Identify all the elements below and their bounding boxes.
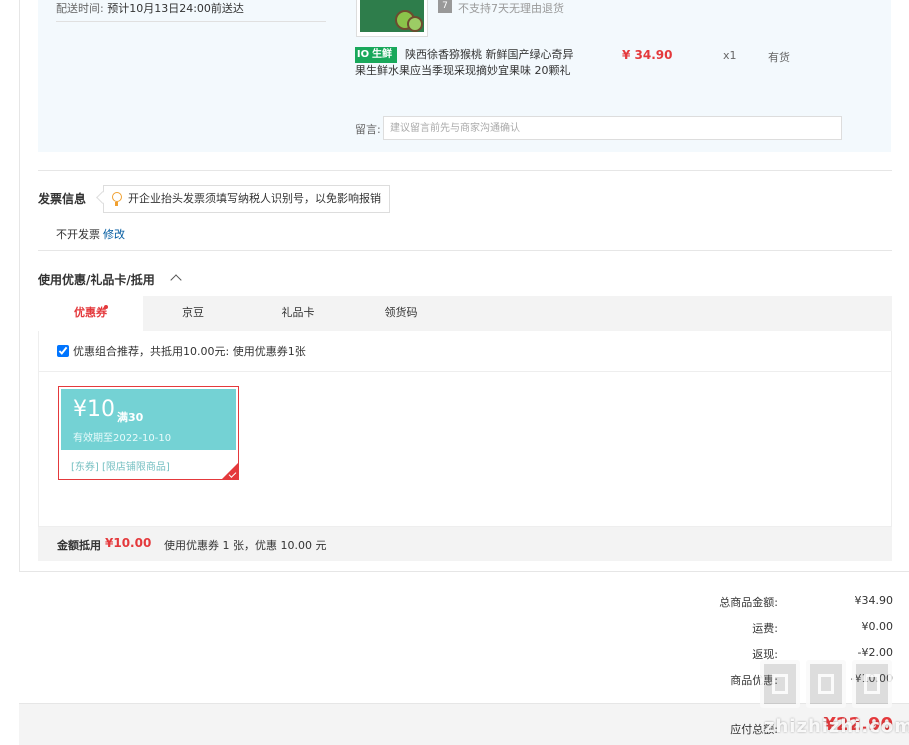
invoice-status: 不开发票	[56, 228, 100, 241]
tab-label: 领货码	[384, 306, 418, 319]
invoice-tip-text: 开企业抬头发票须填写纳税人识别号，以免影响报销	[128, 192, 381, 205]
watermark-glyph	[760, 660, 800, 708]
coupon-threshold: 满30	[117, 411, 144, 424]
watermark-glyph	[852, 660, 892, 708]
chevron-up-icon[interactable]	[170, 274, 182, 286]
message-label: 留言:	[355, 123, 381, 136]
invoice-title: 发票信息	[38, 192, 87, 206]
dispatch-value: 预计10月13日24:00前送达	[107, 2, 244, 15]
tab-label: 优惠券	[74, 306, 107, 319]
deduction-label: 金额抵用	[57, 539, 101, 552]
coupon-tags: [东券] [限店铺限商品]	[71, 462, 170, 473]
total-label: 应付总额:	[730, 723, 778, 736]
kiwi-fruit-image	[407, 16, 423, 32]
product-quantity: x1	[723, 49, 737, 62]
summary-value: ¥34.90	[854, 594, 894, 607]
lightbulb-icon	[112, 192, 122, 206]
coupon-validity: 有效期至2022-10-10	[73, 433, 172, 444]
dispatch-time: 配送时间: 预计10月13日24:00前送达	[56, 0, 244, 16]
summary-value: ¥0.00	[861, 620, 894, 633]
notification-dot	[104, 305, 108, 309]
tab-label: 京豆	[182, 306, 204, 319]
tab-jingdou[interactable]: 京豆	[153, 296, 233, 331]
product-price: ¥ 34.90	[622, 48, 673, 62]
container-border-left	[19, 0, 20, 572]
tab-pickup-code[interactable]: 领货码	[361, 296, 441, 331]
deduction-description: 使用优惠券 1 张，优惠 10.00 元	[164, 539, 327, 552]
product-image[interactable]	[356, 0, 428, 37]
return-policy-icon: 7	[438, 0, 452, 13]
coupon-amount: ¥10	[73, 397, 115, 422]
discount-section-title: 使用优惠/礼品卡/抵用	[38, 273, 155, 287]
tab-label: 礼品卡	[281, 306, 315, 319]
tab-gift-card[interactable]: 礼品卡	[258, 296, 338, 331]
recommend-text: 优惠组合推荐，共抵用10.00元: 使用优惠券1张	[73, 345, 306, 358]
discount-tabs: 优惠券 京豆 礼品卡 领货码	[38, 296, 892, 331]
coupon-card-header: ¥10 满30 有效期至2022-10-10	[61, 389, 236, 450]
modify-invoice-link[interactable]: 修改	[103, 226, 125, 242]
watermark-logo	[760, 660, 900, 712]
deduction-amount: ¥10.00	[105, 536, 152, 550]
stock-status: 有货	[768, 51, 790, 64]
dispatch-label: 配送时间:	[56, 2, 104, 15]
fresh-badge-icon: IO	[356, 48, 370, 62]
divider	[38, 170, 892, 171]
watermark-glyph	[806, 660, 846, 708]
fresh-badge: IO 生鲜	[355, 47, 397, 63]
summary-value: -¥2.00	[857, 646, 893, 659]
divider	[38, 371, 892, 372]
container-border-bottom	[19, 571, 909, 572]
invoice-tip: 开企业抬头发票须填写纳税人识别号，以免影响报销	[103, 185, 390, 213]
message-input[interactable]	[383, 116, 842, 140]
watermark-text: zhizhizhi.com	[764, 716, 909, 737]
tab-coupon[interactable]: 优惠券	[38, 296, 143, 331]
summary-label: 运费:	[752, 622, 778, 635]
fresh-badge-text: 生鲜	[370, 48, 396, 62]
recommend-combo[interactable]: 优惠组合推荐，共抵用10.00元: 使用优惠券1张	[57, 343, 306, 359]
divider	[56, 21, 326, 22]
coupon-card[interactable]: ¥10 满30 有效期至2022-10-10 [东券] [限店铺限商品]	[58, 386, 239, 480]
recommend-checkbox[interactable]	[57, 345, 69, 357]
return-policy-text: 不支持7天无理由退货	[458, 2, 564, 15]
divider	[38, 250, 892, 251]
summary-label: 总商品金额:	[719, 596, 778, 609]
